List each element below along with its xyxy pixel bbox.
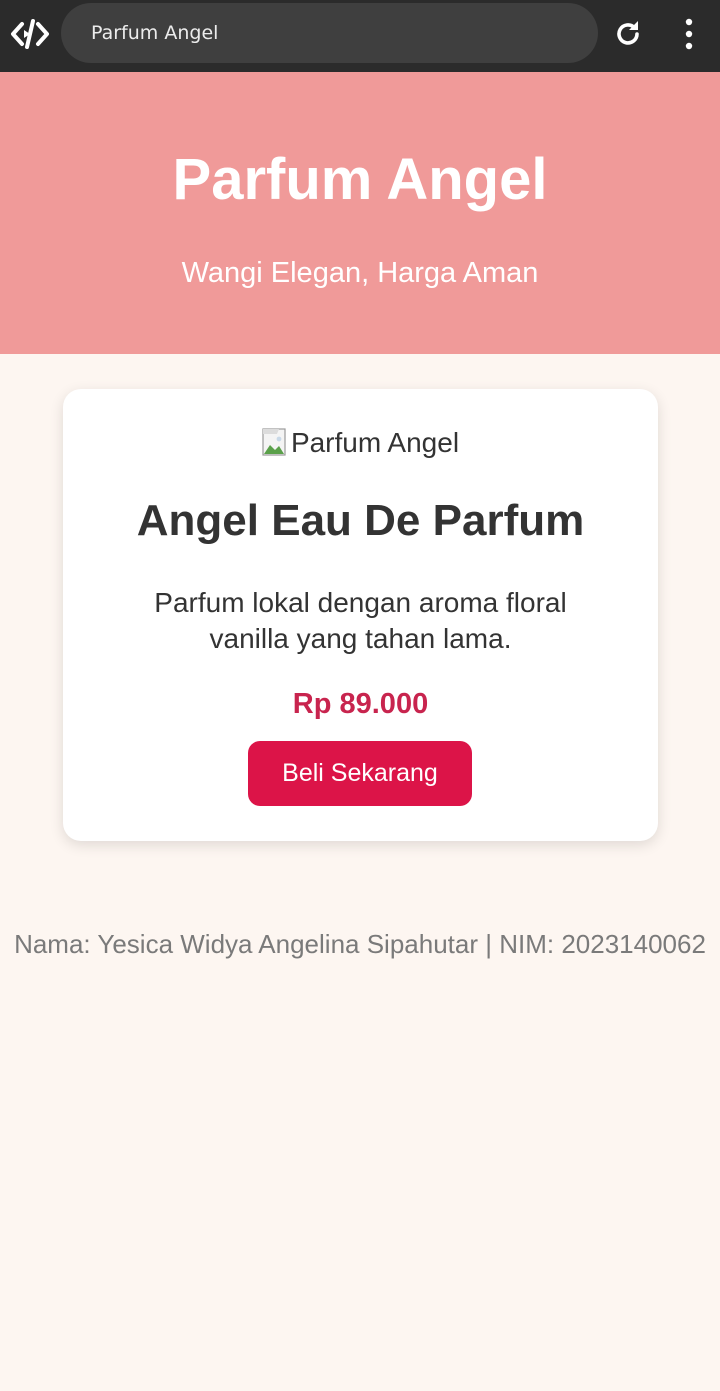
product-description: Parfum lokal dengan aroma floral vanilla… xyxy=(154,587,567,654)
browser-toolbar: Parfum Angel xyxy=(0,0,720,72)
page-title: Parfum Angel xyxy=(172,147,548,212)
product-name: Angel Eau De Parfum xyxy=(136,496,585,545)
hero-tagline: Wangi Elegan, Harga Aman xyxy=(181,257,539,289)
product-image: Parfum Angel xyxy=(63,423,658,463)
broken-image-icon xyxy=(262,428,286,456)
reload-icon[interactable] xyxy=(611,17,645,51)
buy-now-button[interactable]: Beli Sekarang xyxy=(248,741,472,806)
code-brackets-icon[interactable] xyxy=(10,17,50,51)
hero-banner: Parfum Angel Wangi Elegan, Harga Aman xyxy=(0,72,720,354)
product-price: Rp 89.000 xyxy=(292,688,429,720)
image-alt-text: Parfum Angel xyxy=(290,427,460,458)
address-bar[interactable]: Parfum Angel xyxy=(61,3,598,63)
tab-title: Parfum Angel xyxy=(91,22,219,44)
product-card: Parfum Angel Angel Eau De Parfum Parfum … xyxy=(63,389,658,841)
kebab-menu-icon[interactable] xyxy=(676,16,702,52)
footer-credit: Nama: Yesica Widya Angelina Sipahutar | … xyxy=(14,929,706,959)
